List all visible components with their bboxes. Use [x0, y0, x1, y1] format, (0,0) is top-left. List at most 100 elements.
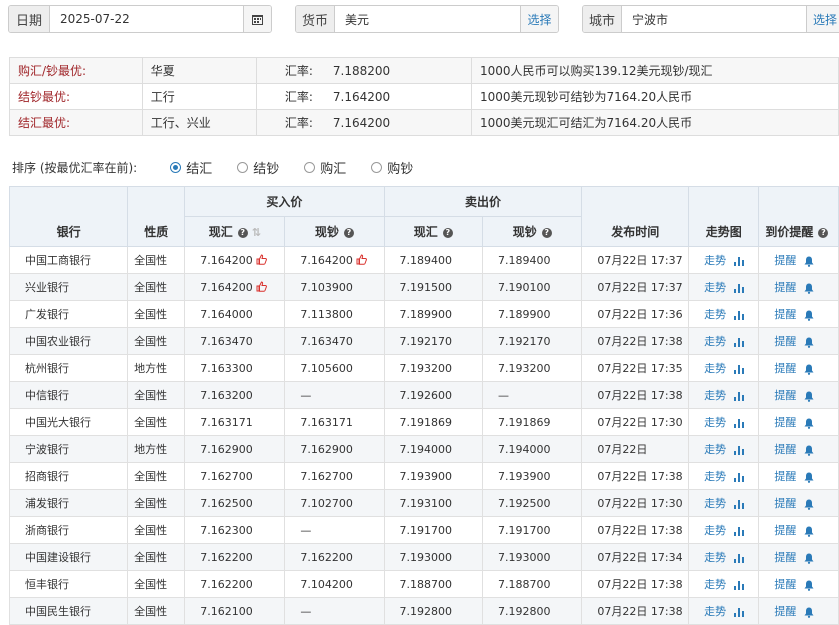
- trend-link[interactable]: 走势: [688, 516, 760, 544]
- alert-link[interactable]: 提醒: [758, 381, 839, 409]
- radio-button[interactable]: [371, 162, 383, 173]
- help-icon[interactable]: ?: [541, 227, 552, 238]
- buy-spot-cell: 7.164000: [184, 300, 286, 328]
- best-note: 1000美元现钞可结钞为7164.20人民币: [470, 83, 839, 110]
- bank-type: 全国性: [127, 462, 186, 490]
- trend-link[interactable]: 走势: [688, 435, 760, 463]
- trend-link[interactable]: 走势: [688, 327, 760, 355]
- bank-name: 中国农业银行: [8, 327, 129, 355]
- publish-time: 07月22日 17:34: [581, 543, 690, 571]
- alert-link[interactable]: 提醒: [758, 597, 839, 625]
- alert-link[interactable]: 提醒: [758, 408, 839, 436]
- trend-link[interactable]: 走势: [688, 381, 760, 409]
- buy-spot-cell: 7.163470: [184, 327, 286, 355]
- alert-link[interactable]: 提醒: [758, 543, 839, 571]
- buy-spot-cell: 7.162900: [184, 435, 286, 463]
- bar-chart-icon: [734, 256, 745, 266]
- radio-button[interactable]: [237, 162, 249, 173]
- best-banks: 华夏: [141, 57, 257, 84]
- best-rates-table: 购汇/钞最优: 华夏 汇率: 7.188200 1000人民币可以购买139.12美元现…: [9, 57, 839, 136]
- header-buy-spot[interactable]: 现汇? ⇅: [184, 216, 286, 247]
- bank-type: 全国性: [127, 246, 186, 274]
- bank-type: 全国性: [127, 273, 186, 301]
- help-icon[interactable]: ?: [343, 227, 354, 238]
- radio-button[interactable]: [304, 162, 316, 173]
- bell-icon: [804, 553, 814, 564]
- trend-link[interactable]: 走势: [688, 300, 760, 328]
- sell-cash-cell: 7.193900: [481, 462, 583, 490]
- sell-spot-cell: 7.191500: [383, 273, 484, 301]
- header-sell-cash[interactable]: 现钞?: [481, 216, 583, 247]
- publish-time: 07月22日 17:38: [581, 516, 690, 544]
- buy-cash-cell: 7.102700: [284, 489, 385, 517]
- alert-link[interactable]: 提醒: [758, 516, 839, 544]
- best-note: 1000人民币可以购买139.12美元现钞/现汇: [470, 57, 839, 84]
- sort-option[interactable]: 购汇: [304, 158, 346, 177]
- bell-icon: [804, 283, 814, 294]
- trend-link[interactable]: 走势: [688, 570, 760, 598]
- bank-name: 招商银行: [8, 462, 129, 490]
- thumbs-up-icon: [256, 253, 267, 265]
- calendar-button[interactable]: [243, 6, 271, 32]
- date-input[interactable]: 2025-07-22: [50, 6, 243, 32]
- buy-cash-cell: 7.163171: [284, 408, 385, 436]
- trend-link[interactable]: 走势: [688, 543, 760, 571]
- trend-link[interactable]: 走势: [688, 273, 760, 301]
- header-buy: 买入价: [184, 186, 385, 217]
- buy-cash-cell: 7.105600: [284, 354, 385, 382]
- alert-link[interactable]: 提醒: [758, 354, 839, 382]
- header-buy-cash[interactable]: 现钞?: [284, 216, 385, 247]
- sell-spot-cell: 7.189900: [383, 300, 484, 328]
- alert-link[interactable]: 提醒: [758, 300, 839, 328]
- bar-chart-icon: [734, 418, 745, 428]
- best-rate-row: 结汇最优: 工行、兴业 汇率: 7.164200 1000美元现汇可结汇为7164.20…: [9, 109, 839, 136]
- sort-option[interactable]: 结钞: [237, 158, 279, 177]
- thumbs-up-icon: [356, 253, 367, 265]
- trend-link[interactable]: 走势: [688, 489, 760, 517]
- alert-link[interactable]: 提醒: [758, 435, 839, 463]
- currency-input[interactable]: 美元: [335, 6, 520, 32]
- best-rate: 汇率: 7.164200: [255, 109, 472, 136]
- table-row: 浦发银行 全国性 7.162500 7.102700 7.193100 7.192500 0…: [8, 489, 839, 517]
- trend-link[interactable]: 走势: [688, 462, 760, 490]
- trend-link[interactable]: 走势: [688, 408, 760, 436]
- bar-chart-icon: [734, 553, 745, 563]
- alert-link[interactable]: 提醒: [758, 327, 839, 355]
- sort-option[interactable]: 购钞: [371, 158, 413, 177]
- sort-desc-icon[interactable]: ⇅: [252, 226, 261, 239]
- buy-cash-cell: 7.113800: [284, 300, 385, 328]
- sort-option[interactable]: 结汇: [170, 158, 212, 177]
- city-filter: 城市 宁波市 选择: [582, 5, 839, 33]
- sell-cash-cell: 7.192170: [481, 327, 583, 355]
- bell-icon: [804, 526, 814, 537]
- alert-link[interactable]: 提醒: [758, 273, 839, 301]
- help-icon[interactable]: ?: [818, 227, 829, 238]
- buy-cash-cell: 7.162900: [284, 435, 385, 463]
- bell-icon: [804, 607, 814, 618]
- city-input[interactable]: 宁波市: [622, 6, 806, 32]
- buy-spot-cell: 7.162700: [184, 462, 286, 490]
- best-rate: 汇率: 7.188200: [255, 57, 472, 84]
- radio-button[interactable]: [170, 162, 182, 173]
- sell-spot-cell: 7.188700: [383, 570, 484, 598]
- trend-link[interactable]: 走势: [688, 597, 760, 625]
- header-sell-spot[interactable]: 现汇?: [383, 216, 484, 247]
- buy-cash-cell: —: [284, 516, 385, 544]
- alert-link[interactable]: 提醒: [758, 570, 839, 598]
- city-select-button[interactable]: 选择: [806, 6, 839, 32]
- alert-link[interactable]: 提醒: [758, 462, 839, 490]
- sell-spot-cell: 7.193900: [383, 462, 484, 490]
- trend-link[interactable]: 走势: [688, 246, 760, 274]
- best-label: 结钞最优:: [9, 83, 143, 110]
- buy-spot-cell: 7.163300: [184, 354, 286, 382]
- help-icon[interactable]: ?: [442, 227, 453, 238]
- city-label: 城市: [583, 6, 622, 32]
- help-icon[interactable]: ?: [237, 227, 248, 238]
- alert-link[interactable]: 提醒: [758, 489, 839, 517]
- currency-select-button[interactable]: 选择: [520, 6, 558, 32]
- publish-time: 07月22日 17:38: [581, 597, 690, 625]
- buy-spot-cell: 7.164200: [184, 246, 286, 274]
- alert-link[interactable]: 提醒: [758, 246, 839, 274]
- bank-name: 广发银行: [8, 300, 129, 328]
- trend-link[interactable]: 走势: [688, 354, 760, 382]
